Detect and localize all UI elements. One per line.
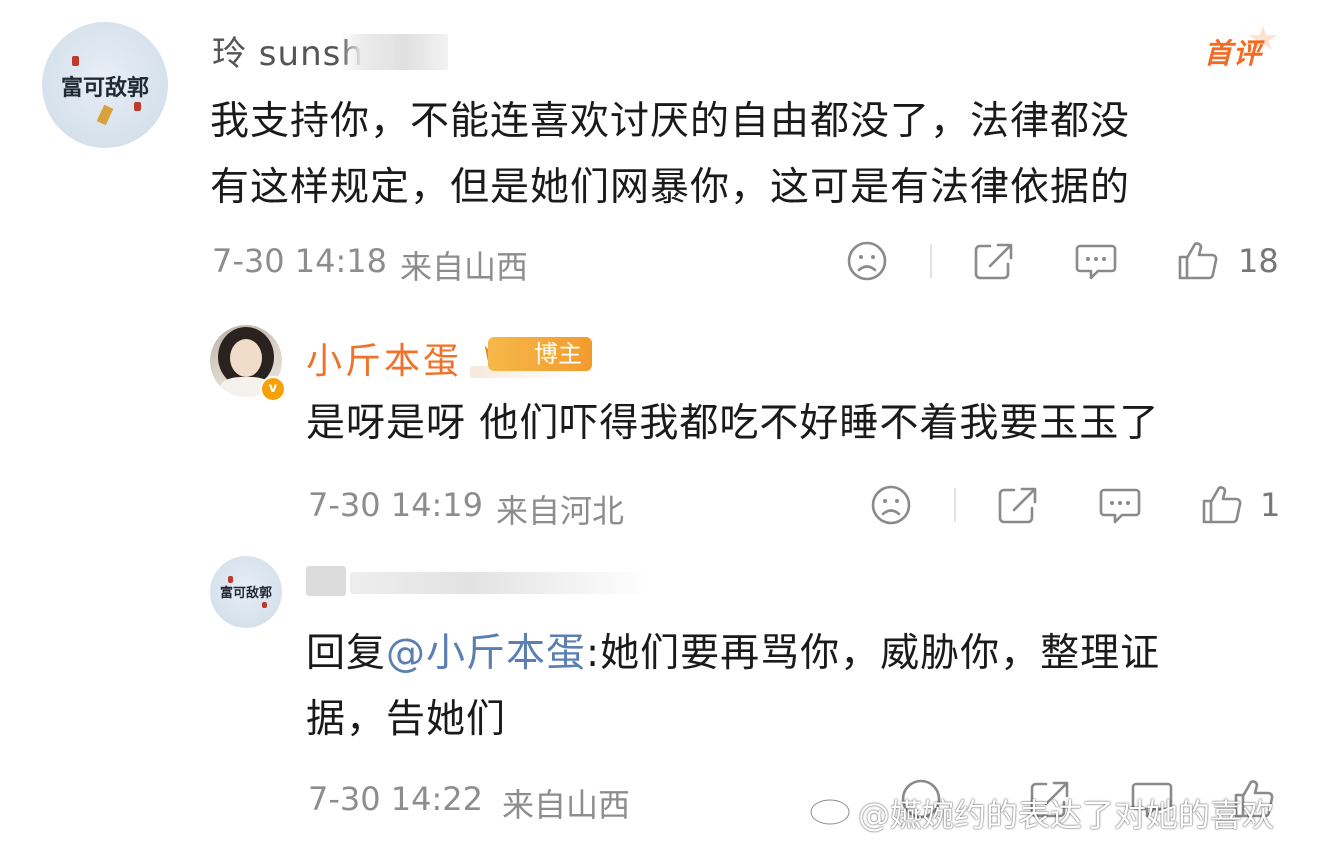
- comment-location: 来自河北: [496, 492, 625, 530]
- avatar-text: 富可敌郭: [60, 75, 149, 101]
- comment-text-line: 有这样规定，但是她们网暴你，这可是有法律依据的: [210, 165, 1131, 210]
- comment-icon[interactable]: [1098, 484, 1142, 526]
- first-comment-badge: 首评: [1204, 37, 1263, 70]
- comment-time: 7-30 14:22: [308, 780, 484, 818]
- like-count: 18: [1238, 242, 1279, 280]
- comment-location: 来自山西: [400, 248, 529, 286]
- like-count: 1: [1260, 486, 1281, 524]
- username-redaction: [340, 34, 448, 70]
- username-redacted: [350, 572, 650, 594]
- comment-text: 是呀是呀 他们吓得我都吃不好睡不着我要玉玉了: [306, 401, 1160, 446]
- verified-icon: v: [260, 376, 286, 402]
- share-icon[interactable]: [972, 240, 1016, 282]
- reply-text: :她们要再骂你，威胁你，整理证: [586, 631, 1161, 676]
- divider: [954, 488, 956, 522]
- weibo-logo-icon: [809, 792, 856, 826]
- dislike-icon[interactable]: [846, 240, 888, 282]
- comment-icon[interactable]: [1074, 240, 1118, 282]
- blogger-badge: 博主: [488, 337, 592, 371]
- avatar[interactable]: 富可敌郭: [42, 22, 168, 148]
- dislike-icon[interactable]: [870, 484, 912, 526]
- mention-link[interactable]: @小斤本蛋: [386, 631, 586, 676]
- divider: [930, 244, 932, 278]
- comment-location: 来自山西: [502, 786, 631, 824]
- username-redacted: [306, 566, 346, 596]
- avatar[interactable]: 富可敌郭: [210, 556, 282, 628]
- avatar-text: 富可敌郭: [219, 586, 272, 601]
- like-icon[interactable]: [1200, 484, 1244, 526]
- comment-time: 7-30 14:19: [308, 486, 484, 524]
- reply-prefix: 回复: [306, 631, 387, 676]
- comment-time: 7-30 14:18: [212, 242, 388, 280]
- like-icon[interactable]: [1176, 240, 1220, 282]
- username[interactable]: 小斤本蛋: [306, 332, 462, 384]
- reply-text-line: 回复@小斤本蛋:她们要再骂你，威胁你，整理证: [306, 622, 1160, 686]
- watermark-text: @嬿婉约的表达了对她的喜欢: [858, 796, 1275, 834]
- comment-text-line: 我支持你，不能连喜欢讨厌的自由都没了，法律都没: [210, 99, 1131, 144]
- share-icon[interactable]: [996, 484, 1040, 526]
- reply-text-line: 据，告她们: [306, 697, 507, 742]
